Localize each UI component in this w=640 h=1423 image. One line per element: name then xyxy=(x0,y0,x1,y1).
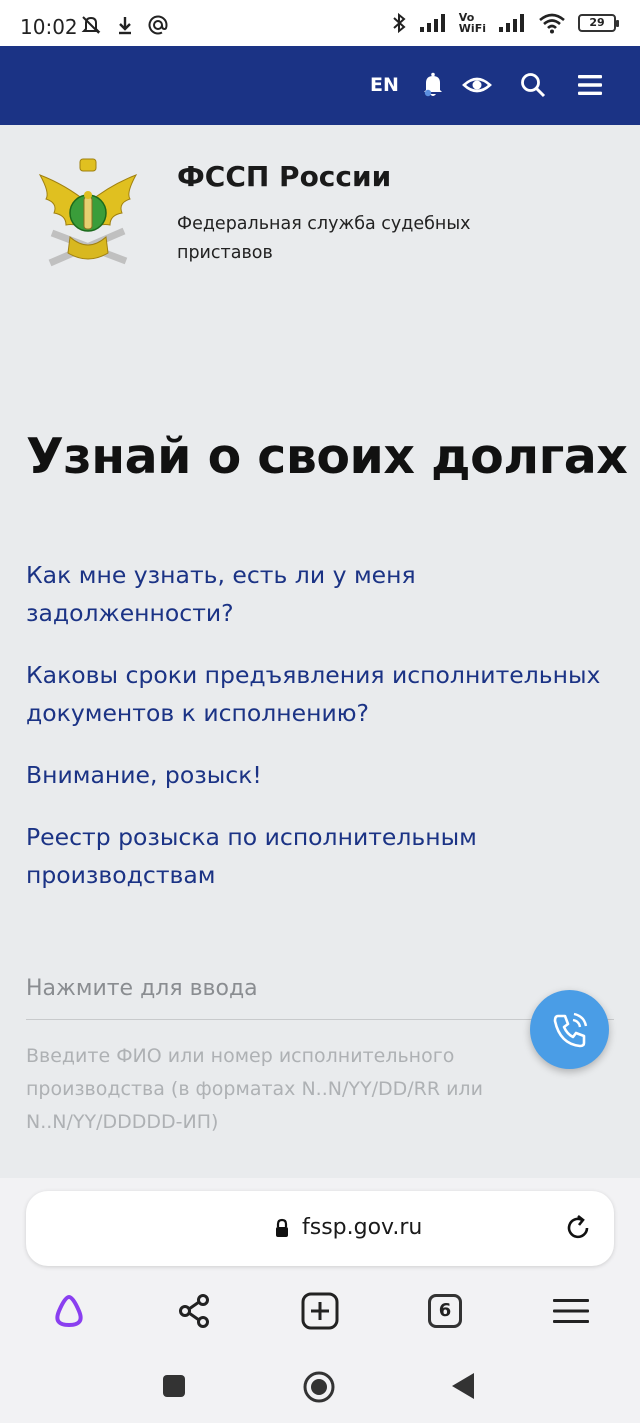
share-icon xyxy=(179,1294,209,1328)
link-check-debts[interactable]: Как мне узнать, есть ли у меня задолженн… xyxy=(26,556,626,632)
reload-icon[interactable] xyxy=(564,1214,592,1242)
mute-icon xyxy=(81,16,101,34)
address-bar[interactable]: fssp.gov.ru xyxy=(26,1191,614,1266)
link-deadlines[interactable]: Каковы сроки предъявления исполнительных… xyxy=(26,656,626,732)
back-icon[interactable] xyxy=(450,1371,476,1401)
bell-icon[interactable] xyxy=(418,70,448,100)
home-icon[interactable] xyxy=(302,1370,336,1404)
tab-count: 6 xyxy=(428,1294,462,1328)
wifi-icon xyxy=(539,13,565,34)
debt-search-input[interactable] xyxy=(26,950,614,1020)
battery-indicator: 29 xyxy=(578,14,619,32)
url-text: fssp.gov.ru xyxy=(302,1215,423,1240)
hamburger-icon xyxy=(553,1299,589,1323)
signal-icon-2 xyxy=(499,14,524,32)
bluetooth-icon xyxy=(393,12,406,34)
eye-icon[interactable] xyxy=(462,70,492,100)
plus-square-icon xyxy=(301,1292,339,1330)
search-icon[interactable] xyxy=(518,70,548,100)
link-wanted-registry[interactable]: Реестр розыска по исполнительным произво… xyxy=(26,818,626,894)
browser-bar: fssp.gov.ru 6 xyxy=(0,1178,640,1348)
share-button[interactable] xyxy=(169,1288,219,1334)
brand-title: ФССП России xyxy=(177,160,392,193)
link-wanted[interactable]: Внимание, розыск! xyxy=(26,756,626,794)
faq-links: Как мне узнать, есть ли у меня задолженн… xyxy=(26,556,626,918)
status-bar: 10:02 Vo WiFi 29 xyxy=(0,0,640,46)
assistant-button[interactable] xyxy=(44,1288,94,1334)
fssp-emblem-icon[interactable] xyxy=(36,155,140,270)
lock-icon xyxy=(276,1218,288,1237)
browser-menu-button[interactable] xyxy=(546,1288,596,1334)
phone-call-icon xyxy=(553,1012,587,1047)
new-tab-button[interactable] xyxy=(295,1288,345,1334)
recents-icon[interactable] xyxy=(161,1373,187,1399)
language-switch[interactable]: EN xyxy=(370,74,399,96)
vowifi-indicator: Vo WiFi xyxy=(458,11,486,35)
brand-subtitle: Федеральная служба судебных приставов xyxy=(177,214,471,263)
page-headline: Узнай о своих долгах xyxy=(26,428,628,485)
at-icon xyxy=(148,15,168,35)
tabs-button[interactable]: 6 xyxy=(420,1288,470,1334)
site-header: EN xyxy=(0,46,640,125)
status-time: 10:02 xyxy=(20,15,78,39)
browser-nav: 6 xyxy=(0,1288,640,1338)
call-button[interactable] xyxy=(530,990,609,1069)
menu-icon[interactable] xyxy=(575,70,605,100)
alice-assistant-icon xyxy=(55,1294,83,1328)
search-hint: Введите ФИО или номер исполнительного пр… xyxy=(26,1045,483,1133)
download-icon xyxy=(119,17,131,35)
signal-icon xyxy=(419,14,445,32)
system-nav xyxy=(0,1348,640,1423)
